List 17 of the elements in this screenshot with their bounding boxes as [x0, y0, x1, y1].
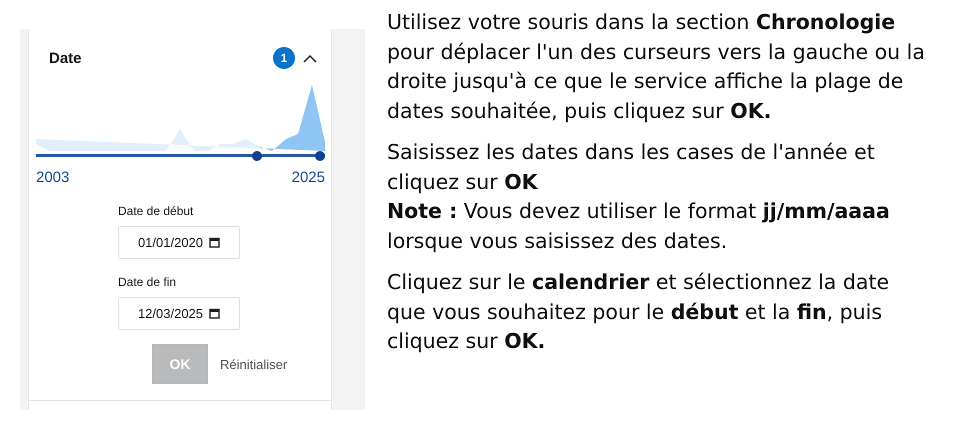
count-badge: 1	[273, 47, 295, 69]
slider-handle[interactable]	[315, 151, 325, 161]
slider-handle[interactable]	[252, 151, 262, 161]
instruction-text: Utilisez votre souris dans la section Chronologie pour déplacer l'un des curseurs vers la gauche ou la droite jusqu'à ce que le service affiche la plage de dates souhaitée, puis cliquez sur OK.	[387, 9, 926, 124]
instruction-text: Note : Vous devez utiliser le format jj/mm/aaaa lorsque vous saisissez des dates.	[387, 198, 891, 254]
date-field[interactable]: 01/01/2020	[118, 226, 240, 259]
calendar-icon[interactable]	[209, 237, 220, 248]
instruction-text: Cliquez sur le calendrier et sélectionnez la date que vous souhaitez pour le début et la fin, puis cliquez sur OK.	[387, 269, 890, 355]
date-field[interactable]: 12/03/2025	[118, 297, 240, 330]
start-year-label: 2003	[36, 169, 70, 186]
end-year-label: 2025	[292, 169, 325, 186]
field-label: Date de début	[118, 204, 194, 218]
field-label: Date de fin	[118, 275, 178, 289]
calendar-icon[interactable]	[209, 308, 220, 319]
reset-button[interactable]: Réinitialiser	[220, 356, 288, 372]
filter-title: Date	[49, 50, 82, 66]
chevron-up-icon[interactable]	[303, 54, 317, 62]
